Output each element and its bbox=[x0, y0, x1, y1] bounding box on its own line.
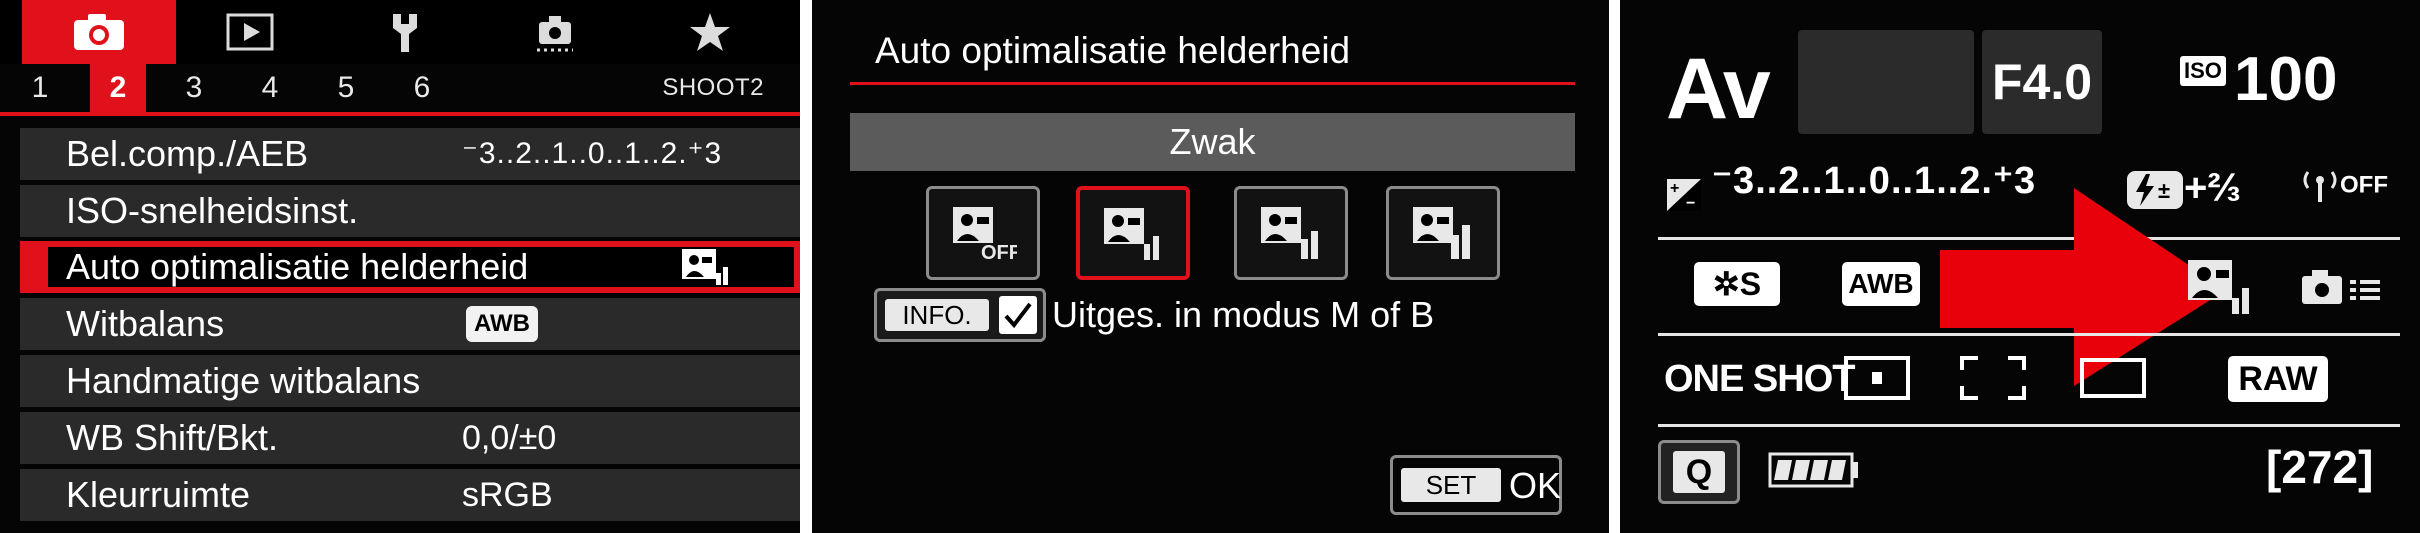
menu-item-label: Handmatige witbalans bbox=[66, 360, 421, 401]
menu-item-color-space[interactable]: Kleurruimte sRGB bbox=[20, 469, 800, 521]
page-title: Auto optimalisatie helderheid bbox=[875, 30, 1351, 71]
set-ok-button[interactable]: SET OK bbox=[1390, 455, 1562, 515]
info-description: Uitges. in modus M of B bbox=[1052, 294, 1435, 335]
menu-item-iso[interactable]: ISO-snelheidsinst. bbox=[20, 185, 800, 237]
battery-icon bbox=[1768, 452, 1858, 488]
set-label: SET bbox=[1401, 468, 1501, 502]
option-alo-off[interactable]: OFF bbox=[926, 186, 1040, 280]
alo-off-icon: OFF bbox=[953, 207, 1017, 261]
tab-shooting[interactable] bbox=[22, 0, 176, 64]
camera-icon bbox=[74, 14, 124, 50]
option-alo-high[interactable] bbox=[1386, 186, 1500, 280]
tab-playback[interactable] bbox=[190, 0, 310, 64]
menu-item-label: Auto optimalisatie helderheid bbox=[66, 246, 529, 287]
quick-control-button[interactable]: Q bbox=[1658, 440, 1740, 504]
alo-low-icon[interactable] bbox=[2186, 258, 2256, 316]
menu-item-white-balance[interactable]: Witbalans AWB bbox=[20, 298, 800, 350]
subtab-4[interactable]: 4 bbox=[242, 64, 298, 112]
menu-item-label: Bel.comp./AEB bbox=[66, 133, 309, 174]
selected-option-label: Zwak bbox=[850, 113, 1575, 171]
subtab-6[interactable]: 6 bbox=[394, 64, 450, 112]
subtab-1[interactable]: 1 bbox=[12, 64, 68, 112]
image-quality-button[interactable]: RAW bbox=[2228, 356, 2328, 402]
info-toggle-button[interactable]: INFO. bbox=[874, 288, 1046, 342]
af-operation[interactable]: ONE SHOT bbox=[1664, 358, 1855, 401]
tab-setup[interactable] bbox=[340, 0, 470, 64]
divider bbox=[1658, 424, 2400, 427]
subtab-5[interactable]: 5 bbox=[318, 64, 374, 112]
wb-shift-value: 0,0/±0 bbox=[462, 419, 557, 457]
menu-tab-bar bbox=[0, 0, 800, 64]
color-space-value: sRGB bbox=[462, 476, 553, 514]
shots-remaining: [272] bbox=[2266, 441, 2374, 493]
tab-custom-functions[interactable] bbox=[490, 0, 620, 64]
af-point-single-icon[interactable] bbox=[1844, 356, 1910, 400]
subtab-3[interactable]: 3 bbox=[166, 64, 222, 112]
menu-item-label: Kleurruimte bbox=[66, 474, 251, 515]
quick-label: Q bbox=[1673, 451, 1725, 493]
shooting-menu-panel: 1 2 3 4 5 6 SHOOT2 Bel.comp./AEB ⁻3..2..… bbox=[0, 0, 800, 533]
svg-text:OFF: OFF bbox=[981, 242, 1017, 261]
menu-item-exposure-comp[interactable]: Bel.comp./AEB ⁻3..2..1..0..1..2.⁺3 bbox=[20, 128, 800, 180]
alo-low-icon bbox=[1104, 208, 1159, 260]
subtab-2[interactable]: 2 bbox=[90, 64, 146, 112]
alo-setting-panel: Auto optimalisatie helderheid Zwak OFF I… bbox=[812, 0, 1609, 533]
title-divider bbox=[850, 82, 1575, 85]
menu-item-label: WB Shift/Bkt. bbox=[66, 417, 279, 458]
af-area-wide-icon[interactable] bbox=[2080, 358, 2146, 398]
alo-high-icon bbox=[1413, 207, 1470, 259]
menu-item-wb-shift[interactable]: WB Shift/Bkt. 0,0/±0 bbox=[20, 412, 800, 464]
page-code: SHOOT2 bbox=[662, 74, 764, 101]
quick-control-screen: Av F4.0 ISO 100 + − ⁻3..2..1..0..1..2.⁺3… bbox=[1620, 0, 2420, 533]
alo-standard-icon bbox=[1261, 207, 1318, 259]
ok-label: OK bbox=[1509, 465, 1562, 506]
menu-item-label: Witbalans bbox=[66, 303, 225, 344]
af-area-zone-icon[interactable] bbox=[1960, 356, 2026, 400]
camera-settings-icon[interactable] bbox=[2300, 266, 2382, 306]
custom-function-icon bbox=[537, 16, 573, 52]
tab-my-menu[interactable] bbox=[640, 0, 780, 64]
menu-item-label: ISO-snelheidsinst. bbox=[66, 190, 359, 231]
info-label: INFO. bbox=[885, 299, 989, 331]
menu-item-auto-lighting-optimizer[interactable]: Auto optimalisatie helderheid bbox=[20, 241, 800, 293]
exposure-scale: ⁻3..2..1..0..1..2.⁺3 bbox=[462, 137, 723, 170]
option-alo-standard[interactable] bbox=[1234, 186, 1348, 280]
menu-item-custom-wb[interactable]: Handmatige witbalans bbox=[20, 355, 800, 407]
awb-badge: AWB bbox=[466, 306, 538, 342]
option-alo-low[interactable] bbox=[1076, 186, 1190, 280]
star-icon bbox=[690, 13, 730, 51]
wrench-icon bbox=[393, 14, 417, 52]
checkmark-icon bbox=[1004, 302, 1032, 329]
playback-icon bbox=[226, 13, 274, 51]
divider bbox=[1658, 333, 2400, 336]
alo-low-icon bbox=[682, 249, 728, 285]
checkbox-icon[interactable] bbox=[999, 296, 1037, 334]
